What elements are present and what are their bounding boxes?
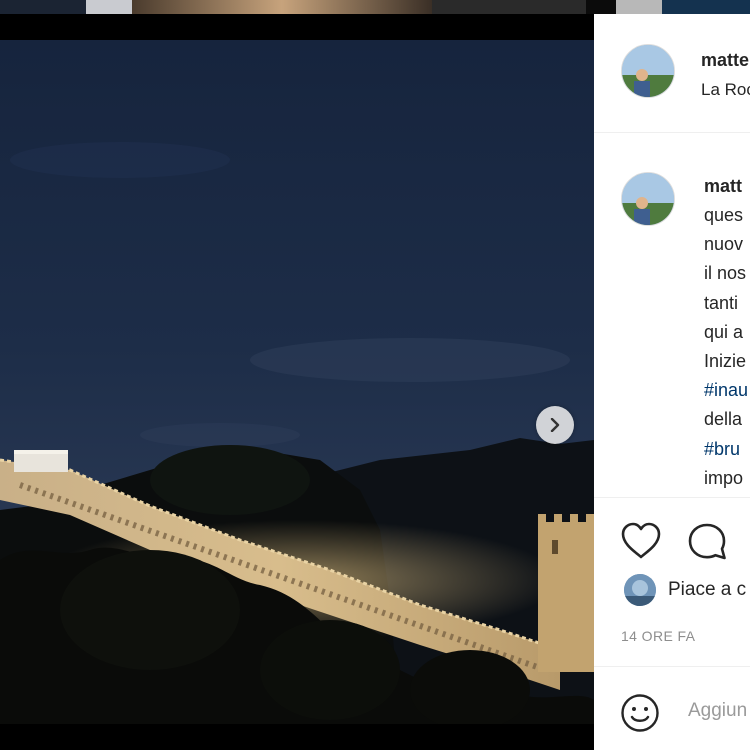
comment-bubble-icon	[688, 523, 726, 560]
background-feed-strip	[0, 0, 750, 14]
heart-icon	[621, 522, 661, 559]
caption-line: il nos	[704, 263, 747, 284]
avatar-photo	[624, 574, 656, 606]
emoji-button[interactable]	[620, 693, 660, 738]
caption-author-avatar[interactable]	[621, 172, 675, 226]
caption-line: impo	[704, 467, 744, 488]
background-thumbnail	[432, 0, 586, 14]
chevron-right-icon	[550, 418, 560, 432]
castle-night-image	[0, 40, 594, 724]
caption-text: ques nuov il nos tanti qui a Inizie #inau della…	[704, 201, 748, 493]
like-button[interactable]	[620, 522, 662, 565]
post-modal-screen: Mara M. matte La Roc	[0, 0, 750, 750]
post-timestamp[interactable]: 14 ORE FA	[621, 628, 695, 644]
author-username[interactable]: matte	[701, 50, 749, 71]
liker-avatar[interactable]	[624, 574, 656, 606]
background-thumbnail	[86, 0, 132, 14]
next-photo-button[interactable]	[536, 406, 574, 444]
caption-line: ques	[704, 205, 744, 225]
smiley-icon	[621, 694, 659, 732]
avatar-photo	[622, 45, 674, 97]
post-caption: matt ques nuov il nos tanti qui a Inizie #inau…	[594, 132, 750, 497]
background-thumbnail	[616, 0, 662, 14]
caption-line: qui a	[704, 321, 744, 342]
post-photo[interactable]: Mara M.	[0, 40, 594, 724]
likes-text: Piace a c	[668, 579, 747, 600]
post-details-panel: matte La Roc matt ques nuov il nos tanti qui…	[594, 14, 750, 750]
comment-button[interactable]	[686, 522, 728, 567]
caption-line: tanti	[704, 292, 739, 313]
post-header: matte La Roc	[594, 14, 750, 133]
caption-line: nuov	[704, 234, 744, 255]
likes-summary[interactable]: Piace a c	[624, 574, 746, 606]
post-location[interactable]: La Roc	[701, 80, 750, 100]
caption-line: Inizie	[704, 351, 747, 372]
background-thumbnail	[662, 0, 750, 14]
background-thumbnail	[586, 0, 616, 14]
caption-line: della	[704, 409, 743, 430]
caption-username[interactable]: matt	[704, 176, 742, 197]
comment-input[interactable]	[686, 699, 750, 723]
caption-hashtag[interactable]: #inau	[704, 376, 748, 405]
background-thumbnail	[132, 0, 432, 14]
background-thumbnail	[0, 0, 86, 14]
add-comment-bar	[594, 666, 750, 750]
author-avatar[interactable]	[621, 44, 675, 98]
caption-hashtag[interactable]: #bru	[704, 435, 748, 464]
avatar-photo	[622, 173, 674, 225]
